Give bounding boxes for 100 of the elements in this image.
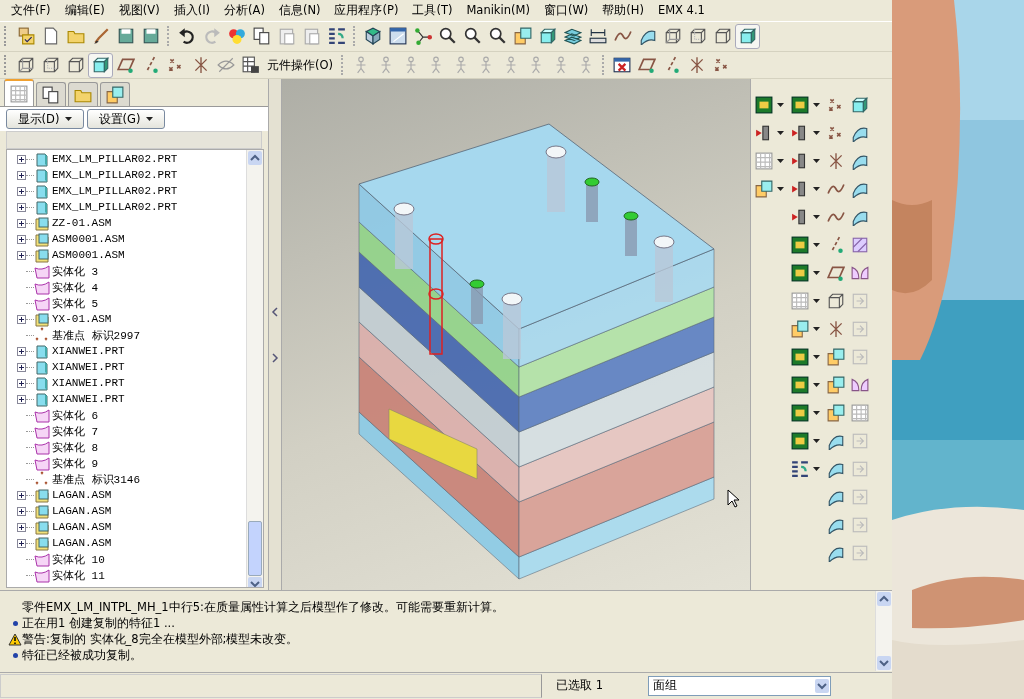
caret-icon[interactable] [813,243,820,248]
block-icon[interactable] [791,320,809,339]
plate-icon[interactable] [791,264,809,283]
magnifier-icon[interactable] [463,27,482,46]
tree-item[interactable]: ZZ-01.ASM [52,217,112,230]
surface-icon[interactable] [827,516,845,535]
caret-icon[interactable] [813,327,820,332]
clipboard-icon[interactable] [277,27,296,46]
ruler-icon[interactable] [588,27,607,46]
tab[interactable] [100,82,130,107]
expand-icon[interactable] [17,154,26,164]
caret-icon[interactable] [813,411,820,416]
surface-icon[interactable] [851,208,869,227]
caret-icon[interactable] [777,187,784,192]
hidden-line-cube-icon[interactable] [41,56,60,75]
scroll-down-icon[interactable] [877,656,891,671]
close-window-icon[interactable] [612,56,631,75]
scroll-up-icon[interactable] [248,151,262,166]
copy-icon[interactable] [252,27,271,46]
plate-icon[interactable] [791,348,809,367]
tree-item[interactable]: 实体化 5 [52,295,99,311]
list-icon[interactable] [791,460,809,479]
wireframe-cube-icon[interactable] [663,27,682,46]
tree-item[interactable]: 实体化 8 [52,439,99,455]
caret-icon[interactable] [813,383,820,388]
expand-icon[interactable] [17,202,26,212]
cube-icon[interactable] [713,27,732,46]
magnifier-icon[interactable] [488,27,507,46]
caret-icon[interactable] [146,117,154,122]
caret-icon[interactable] [813,187,820,192]
surface-icon[interactable] [827,544,845,563]
shaded-cube-icon[interactable] [738,27,757,46]
dropdown-button[interactable]: 设置(G) [87,109,165,130]
expand-icon[interactable] [17,394,26,404]
layers-icon[interactable] [563,27,582,46]
expand-icon[interactable] [17,314,26,324]
expand-icon[interactable] [17,234,26,244]
color-wheel-icon[interactable] [227,27,246,46]
csys-icon[interactable] [827,320,845,339]
expand-icon[interactable] [17,490,26,500]
expand-icon[interactable] [17,522,26,532]
plate-icon[interactable] [791,96,809,115]
spin-icon[interactable] [363,27,382,46]
plate-icon[interactable] [755,96,773,115]
tree-item[interactable]: YX-01.ASM [52,313,112,326]
nodes-icon[interactable] [413,27,432,46]
block-icon[interactable] [106,85,124,104]
floppy-icon[interactable] [141,27,160,46]
tab[interactable] [36,82,66,107]
shaded-cube-icon[interactable] [851,96,869,115]
component-operations-button[interactable]: 元件操作(O) [263,57,338,73]
wireframe-cube-icon[interactable] [16,56,35,75]
caret-icon[interactable] [813,299,820,304]
caret-icon[interactable] [777,159,784,164]
menu-item[interactable]: 应用程序(P) [327,2,406,18]
caret-icon[interactable] [813,131,820,136]
caret-icon[interactable] [813,271,820,276]
dropdown-button[interactable]: 显示(D) [6,109,84,130]
tree-item[interactable]: XIANWEI.PRT [52,345,125,358]
surface-icon[interactable] [638,27,657,46]
menu-item[interactable]: Manikin(M) [459,3,537,18]
plane-icon[interactable] [637,56,656,75]
menu-item[interactable]: EMX 4.1 [650,3,712,18]
expand-icon[interactable] [17,378,26,388]
scroll-thumb[interactable] [248,521,262,577]
tree-item[interactable]: ASM0001.ASM [52,249,125,262]
menu-item[interactable]: 分析(A) [217,2,272,18]
expand-icon[interactable] [17,506,26,516]
plane-icon[interactable] [827,264,845,283]
expand-icon[interactable] [17,362,26,372]
tree-item[interactable]: LAGAN.ASM [52,537,112,550]
expand-icon[interactable] [17,538,26,548]
filter-dropdown[interactable]: 面组 [648,675,831,696]
menu-item[interactable]: 工具(T) [405,2,460,18]
tree-item[interactable]: EMX_LM_PILLAR02.PRT [52,153,178,166]
tree-item[interactable]: LAGAN.ASM [52,521,112,534]
tree-item[interactable]: ASM0001.ASM [52,233,125,246]
caret-icon[interactable] [813,103,820,108]
block-icon[interactable] [827,404,845,423]
menu-item[interactable]: 视图(V) [111,2,167,18]
caret-icon[interactable] [813,355,820,360]
hidden-line-cube-icon[interactable] [688,27,707,46]
plate-icon[interactable] [791,376,809,395]
caret-icon[interactable] [777,103,784,108]
tree-item[interactable]: 实体化 6 [52,407,99,423]
brush-icon[interactable] [91,27,110,46]
tree-item[interactable]: LAGAN.ASM [52,489,112,502]
block-icon[interactable] [827,376,845,395]
window-icon[interactable] [388,27,407,46]
scrollbar[interactable] [875,591,892,672]
caret-icon[interactable] [813,439,820,444]
tree-item[interactable]: EMX_LM_PILLAR02.PRT [52,201,178,214]
cube-icon[interactable] [66,56,85,75]
shaded-cube-icon[interactable] [91,56,110,75]
tree-item[interactable]: 实体化 10 [52,551,105,567]
surface-icon[interactable] [827,488,845,507]
undo-arrow-icon[interactable] [177,27,196,46]
menu-item[interactable]: 插入(I) [166,2,218,18]
list-icon[interactable] [327,27,346,46]
csys-icon[interactable] [827,152,845,171]
